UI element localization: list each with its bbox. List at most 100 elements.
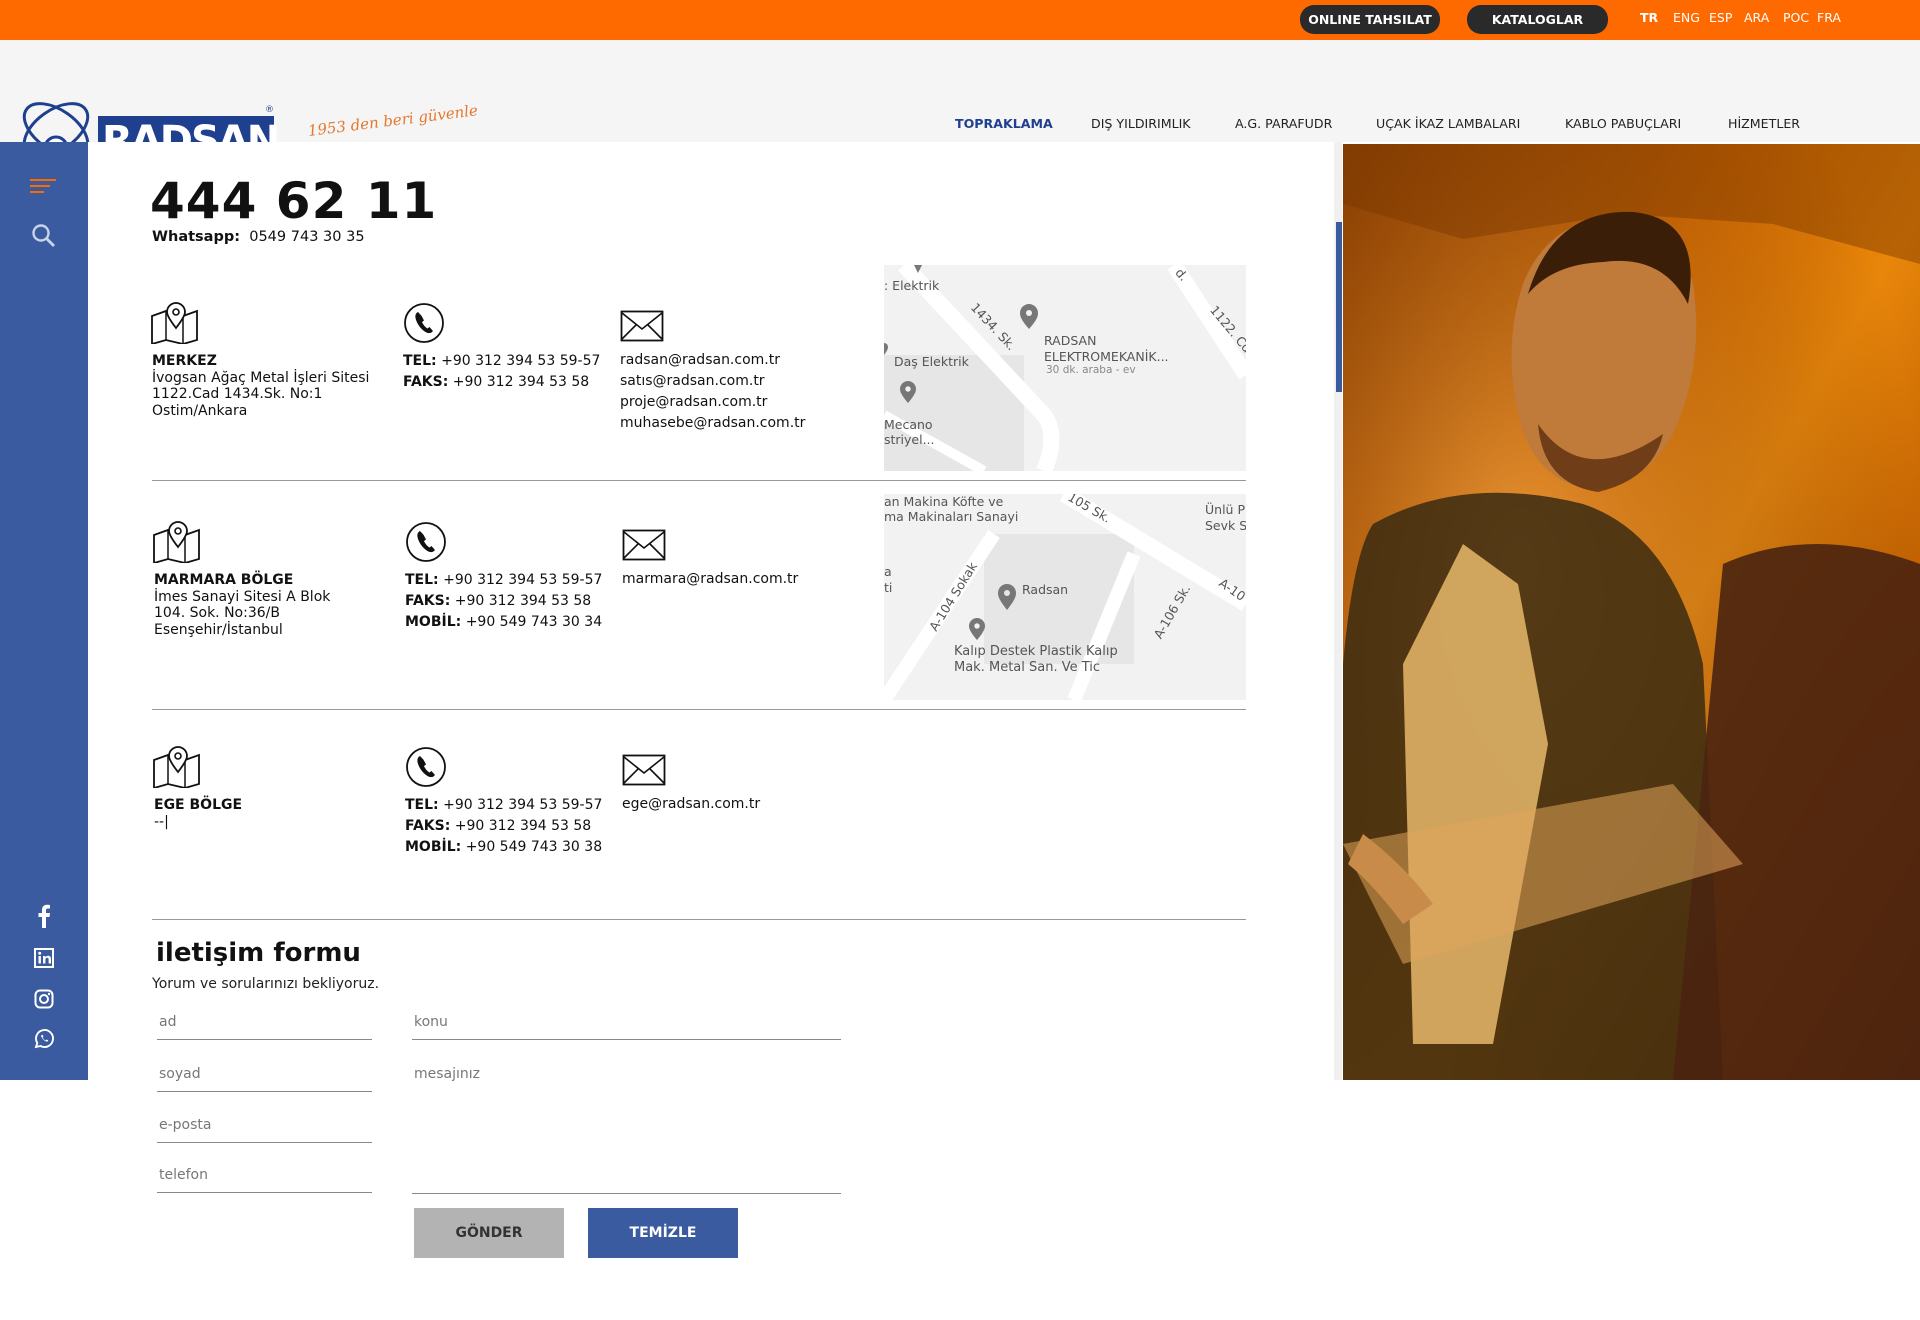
map-label: 30 dk. araba - ev [1046,364,1136,376]
map-pin-icon [151,302,198,344]
scrollbar-thumb[interactable] [1336,222,1342,392]
envelope-icon [622,529,666,561]
map-label: Kalıp Destek Plastik Kalıp [954,644,1118,659]
map-label: a [884,564,892,579]
hero-photo [1343,144,1920,1080]
map-label: an Makina Köfte ve [884,494,1004,509]
office-marmara-address-3: Esenşehir/İstanbul [154,622,283,638]
form-subtitle: Yorum ve sorularınızı bekliyoruz. [152,976,380,992]
office-ege-mobile[interactable]: MOBİL: +90 549 743 30 38 [405,839,602,856]
lang-ru[interactable]: РОС [1783,10,1809,25]
envelope-icon [620,310,664,342]
menu-button[interactable] [0,178,88,194]
map-label: Sevk S [1205,518,1246,533]
office-marmara-mobile[interactable]: MOBİL: +90 549 743 30 34 [405,614,602,631]
menu-icon [30,179,56,193]
envelope-icon [622,754,666,786]
brand-tagline: 1953 den beri güvenle [306,101,479,140]
instagram-icon [34,989,54,1009]
office-ege-address: --| [154,814,169,830]
map-pin-icon [153,746,200,788]
nav-hizmetler[interactable]: HİZMETLER [1728,116,1800,131]
online-tahsilat-button[interactable]: ONLINE TAHSILAT [1300,5,1440,34]
email-marmara[interactable]: marmara@radsan.com.tr [622,571,798,588]
nav-ag-parafudr[interactable]: A.G. PARAFUDR [1235,116,1332,131]
send-button[interactable]: GÖNDER [414,1208,564,1258]
search-button[interactable] [0,223,88,249]
soyad-input[interactable]: soyad [157,1066,372,1092]
map-label: : Elektrik [884,278,940,293]
office-marmara-name: MARMARA BÖLGE [154,572,294,588]
mesaj-textarea[interactable]: mesajınız [412,1066,841,1194]
email-proje[interactable]: proje@radsan.com.tr [620,394,767,411]
eposta-input[interactable]: e-posta [157,1117,372,1143]
divider [152,709,1246,710]
lang-ara[interactable]: ARA [1744,10,1769,25]
office-marmara-address-1: İmes Sanayi Sitesi A Blok [154,589,331,605]
map-label: RADSAN [1044,333,1097,348]
email-satis[interactable]: satıs@radsan.com.tr [620,373,765,390]
clear-button[interactable]: TEMİZLE [588,1208,738,1258]
main-header: R RADSAN ® 1953 den beri güvenle TOPRAKL… [0,40,1920,164]
lang-eng[interactable]: ENG [1673,10,1700,25]
linkedin-icon [34,948,54,968]
nav-dis-yildirimlik[interactable]: DIŞ YILDIRIMLIK [1091,116,1191,131]
nav-topraklama[interactable]: TOPRAKLAMA [955,116,1053,131]
map-label: Mecano [884,417,933,432]
linkedin-link[interactable] [0,948,88,968]
email-radsan[interactable]: radsan@radsan.com.tr [620,352,780,369]
map-pin-icon [153,521,200,563]
office-marmara-fax: FAKS: +90 312 394 53 58 [405,593,592,609]
office-merkez-address-1: İvogsan Ağaç Metal İşleri Sitesi [152,370,370,386]
facebook-link[interactable] [0,904,88,928]
main-phone-number[interactable]: 444 62 11 [150,172,437,230]
office-ege-name: EGE BÖLGE [154,797,243,813]
whatsapp-number: 0549 743 30 35 [249,229,365,245]
phone-icon [406,747,446,787]
lang-tr[interactable]: TR [1640,10,1658,25]
whatsapp-line[interactable]: Whatsapp: 0549 743 30 35 [152,229,365,245]
map-label: Radsan [1022,582,1069,597]
email-ege[interactable]: ege@radsan.com.tr [622,796,760,813]
office-ege-tel[interactable]: TEL: +90 312 394 53 59-57 [405,797,602,814]
phone-icon [406,522,446,562]
office-merkez-tel[interactable]: TEL: +90 312 394 53 59-57 [403,353,600,370]
map-label: ELEKTROMEKANİK... [1044,349,1169,364]
whatsapp-link[interactable] [0,1028,88,1050]
map-label: Daş Elektrik [894,354,969,369]
instagram-link[interactable] [0,989,88,1009]
businessman-photo-illustration [1343,144,1920,1080]
whatsapp-label: Whatsapp: [152,229,241,245]
map-label: ti [884,580,893,595]
kataloglar-button[interactable]: KATALOGLAR [1467,5,1608,34]
svg-text:®: ® [265,105,274,115]
nav-kablo-pabuclari[interactable]: KABLO PABUÇLARI [1565,116,1681,131]
divider [152,480,1246,481]
telefon-input[interactable]: telefon [157,1167,372,1193]
nav-ucak-ikaz[interactable]: UÇAK İKAZ LAMBALARI [1376,116,1520,131]
phone-icon [404,303,444,343]
email-muhasebe[interactable]: muhasebe@radsan.com.tr [620,415,805,432]
office-merkez-address-2: 1122.Cad 1434.Sk. No:1 [152,386,323,402]
map-label: ma Makinaları Sanayi [884,509,1019,524]
whatsapp-icon [34,1029,54,1049]
office-merkez-address-3: Ostim/Ankara [152,403,248,419]
konu-input[interactable]: konu [412,1014,841,1040]
map-label: Mak. Metal San. Ve Tic [954,660,1101,675]
map-marmara[interactable]: an Makina Köfte ve ma Makinaları Sanayi … [884,494,1246,700]
office-ege-fax: FAKS: +90 312 394 53 58 [405,818,592,834]
map-merkez[interactable]: : Elektrik 1434. Sk. RADSAN ELEKTROMEKAN… [884,265,1246,471]
office-merkez-name: MERKEZ [152,353,217,369]
office-marmara-tel[interactable]: TEL: +90 312 394 53 59-57 [405,572,602,589]
form-title: iletişim formu [156,938,361,968]
ad-input[interactable]: ad [157,1014,372,1040]
map-label: striyel... [884,432,935,447]
left-sidebar [0,142,88,1080]
office-merkez-fax: FAKS: +90 312 394 53 58 [403,374,590,390]
lang-esp[interactable]: ESP [1709,10,1732,25]
top-bar: ONLINE TAHSILAT KATALOGLAR TR ENG ESP AR… [0,0,1920,40]
map-label: Ünlü P [1205,502,1245,517]
lang-fra[interactable]: FRA [1817,10,1841,25]
search-icon [32,224,55,247]
divider [152,919,1246,920]
